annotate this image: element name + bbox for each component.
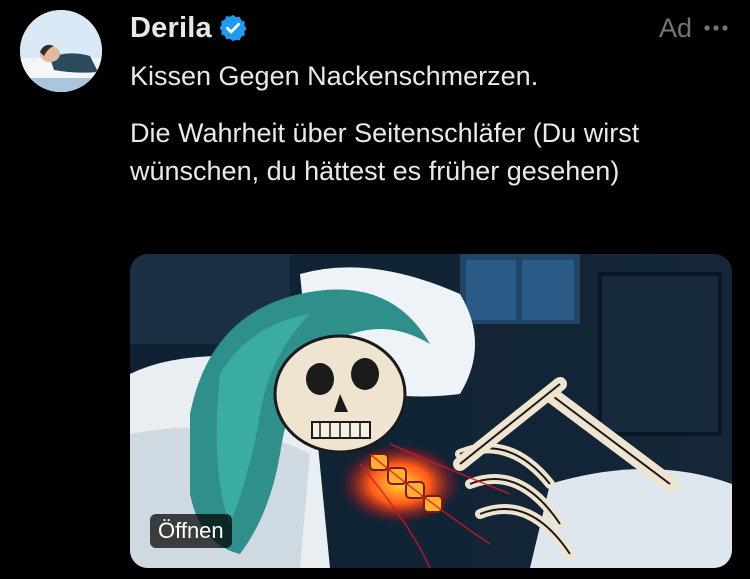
more-horizontal-icon[interactable] [702,14,730,42]
post-text: Die Wahrheit über Seitenschläfer (Du wir… [130,118,640,186]
verified-badge-icon [218,13,248,43]
post-meta: Ad [659,13,730,44]
avatar-image [20,10,102,92]
author-name[interactable]: Derila [130,12,212,45]
ad-headline: Kissen Gegen Nackenschmerzen. [130,61,539,91]
author-avatar[interactable] [20,10,102,92]
ad-label: Ad [658,12,692,43]
post-header: Derila Ad [130,8,730,48]
open-button[interactable]: Öffnen [150,514,232,548]
post-media[interactable]: Öffnen [130,254,732,568]
